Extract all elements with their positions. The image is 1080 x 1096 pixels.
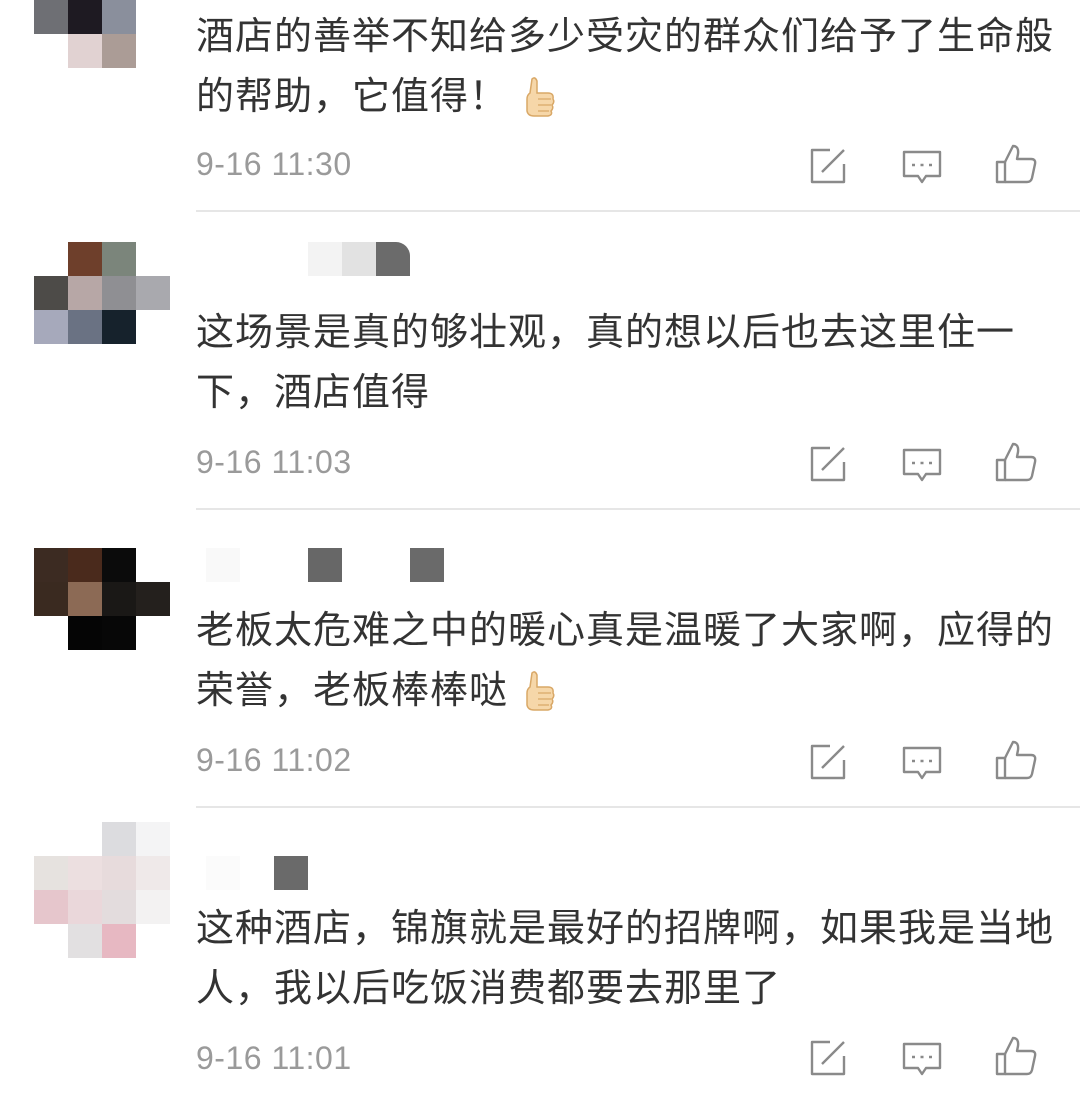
timestamp: 9-16 11:01	[196, 1040, 352, 1076]
share-icon	[810, 1040, 846, 1076]
reply-button[interactable]	[900, 740, 944, 784]
comment-text: 这场景是真的够壮观，真的想以后也去这里住一下，酒店值得	[196, 310, 1016, 414]
comment-icon	[902, 448, 942, 482]
timestamp: 9-16 11:03	[196, 444, 352, 480]
share-button[interactable]	[806, 442, 850, 486]
timestamp: 9-16 11:30	[196, 146, 352, 182]
like-button[interactable]	[994, 440, 1038, 484]
avatar[interactable]	[34, 548, 170, 684]
comment-icon	[902, 150, 942, 184]
divider	[196, 508, 1080, 510]
share-icon	[810, 148, 846, 184]
thumbs-up-emoji-icon	[526, 670, 555, 711]
avatar[interactable]	[34, 0, 170, 72]
like-icon	[995, 1036, 1037, 1076]
like-icon	[995, 740, 1037, 780]
avatar[interactable]	[34, 822, 170, 958]
timestamp: 9-16 11:02	[196, 742, 352, 778]
comment-text: 酒店的善举不知给多少受灾的群众们给予了生命般的帮助，它值得！	[196, 6, 1056, 126]
share-button[interactable]	[806, 144, 850, 188]
like-button[interactable]	[994, 738, 1038, 782]
comment-icon	[902, 1042, 942, 1076]
like-button[interactable]	[994, 1034, 1038, 1078]
reply-button[interactable]	[900, 442, 944, 486]
share-icon	[810, 744, 846, 780]
like-button[interactable]	[994, 142, 1038, 186]
comment-text: 老板太危难之中的暖心真是温暖了大家啊，应得的荣誉，老板棒棒哒	[196, 600, 1056, 720]
like-icon	[995, 144, 1037, 184]
share-icon	[810, 446, 846, 482]
share-button[interactable]	[806, 740, 850, 784]
reply-button[interactable]	[900, 1036, 944, 1080]
comment-icon	[902, 746, 942, 780]
divider	[196, 806, 1080, 808]
like-icon	[995, 442, 1037, 482]
thumbs-up-emoji-icon	[526, 76, 555, 117]
reply-button[interactable]	[900, 144, 944, 188]
divider	[196, 210, 1080, 212]
share-button[interactable]	[806, 1036, 850, 1080]
avatar[interactable]	[34, 242, 170, 378]
comment-text: 这种酒店，锦旗就是最好的招牌啊，如果我是当地人，我以后吃饭消费都要去那里了	[196, 906, 1055, 1010]
